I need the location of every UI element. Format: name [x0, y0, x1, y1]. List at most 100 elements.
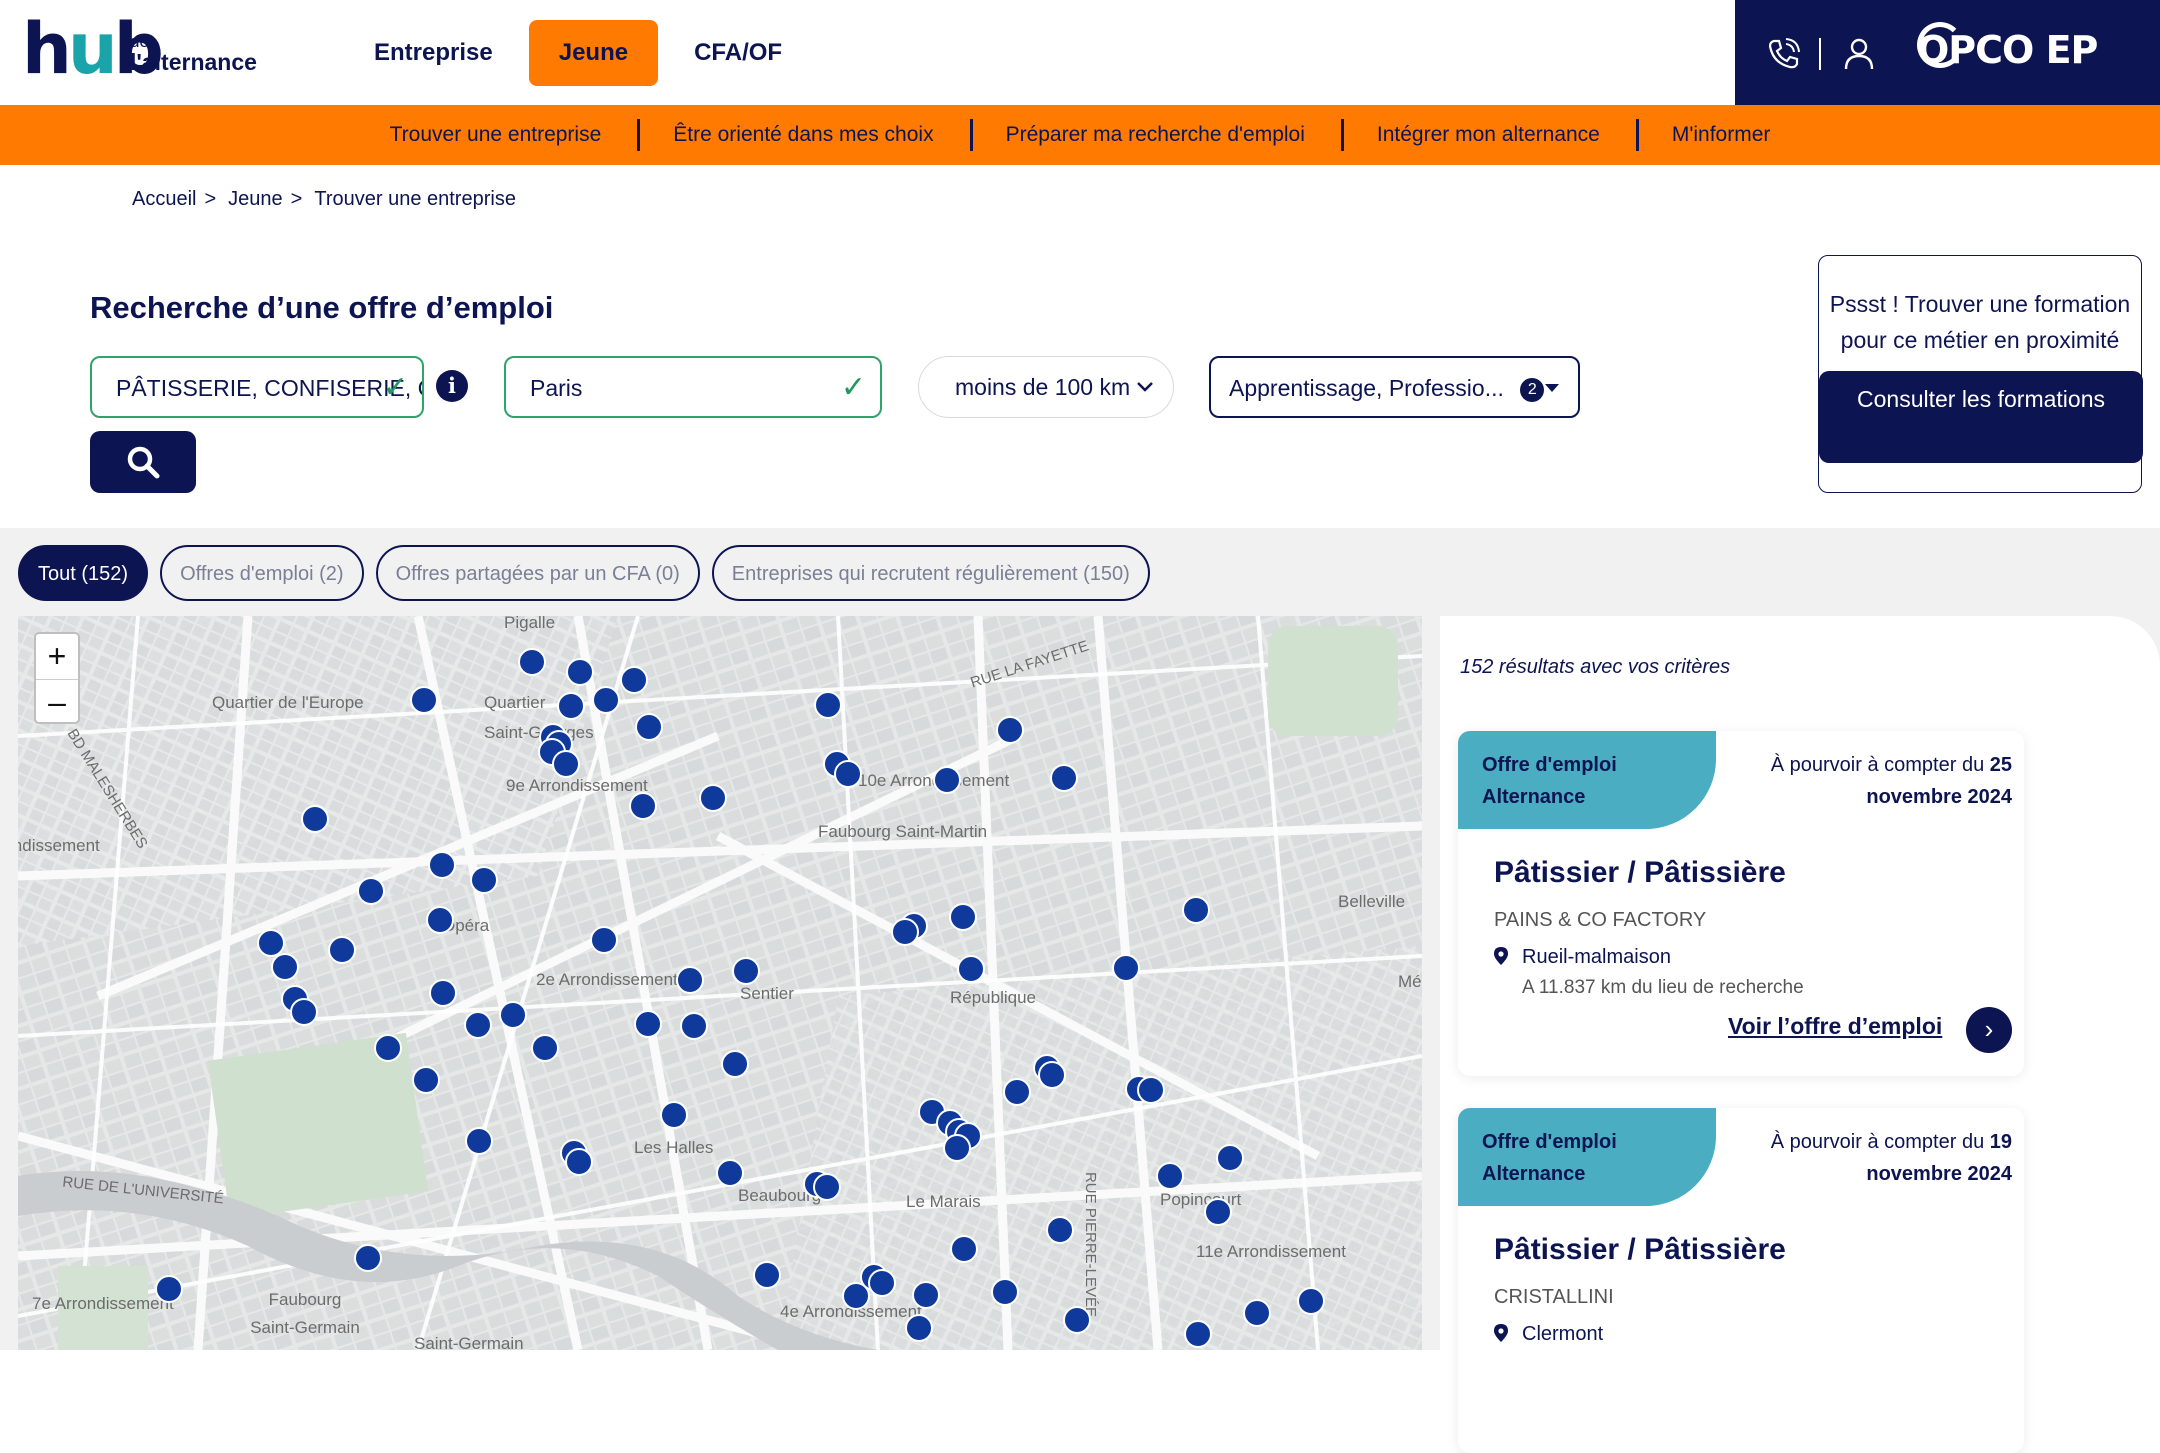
company-map-marker[interactable]	[996, 716, 1024, 744]
company-map-marker[interactable]	[891, 918, 919, 946]
company-map-marker[interactable]	[590, 926, 618, 954]
user-icon[interactable]	[1841, 36, 1877, 72]
company-map-marker[interactable]	[1038, 1061, 1066, 1089]
company-map-marker[interactable]	[565, 1148, 593, 1176]
zoom-in-button[interactable]: +	[36, 634, 78, 679]
company-map-marker[interactable]	[912, 1281, 940, 1309]
company-map-marker[interactable]	[660, 1101, 688, 1129]
company-map-marker[interactable]	[464, 1011, 492, 1039]
subnav-etre-oriente[interactable]: Être orienté dans mes choix	[637, 119, 969, 151]
company-map-marker[interactable]	[557, 692, 585, 720]
breadcrumb-jeune[interactable]: Jeune	[228, 188, 283, 211]
company-map-marker[interactable]	[518, 648, 546, 676]
company-map-marker[interactable]	[868, 1269, 896, 1297]
company-map-marker[interactable]	[1063, 1306, 1091, 1334]
search-button[interactable]	[90, 431, 196, 493]
company-map-marker[interactable]	[410, 686, 438, 714]
consult-trainings-button[interactable]: Consulter les formations	[1819, 371, 2143, 463]
phone-icon[interactable]	[1765, 36, 1801, 72]
company-map-marker[interactable]	[842, 1282, 870, 1310]
company-map-marker[interactable]	[1050, 764, 1078, 792]
subnav-integrer-alternance[interactable]: Intégrer mon alternance	[1340, 119, 1636, 151]
company-map-marker[interactable]	[950, 1235, 978, 1263]
company-map-marker[interactable]	[566, 658, 594, 686]
company-map-marker[interactable]	[933, 766, 961, 794]
company-map-marker[interactable]	[357, 877, 385, 905]
company-map-marker[interactable]	[620, 666, 648, 694]
company-map-marker[interactable]	[680, 1012, 708, 1040]
info-icon[interactable]: i	[436, 370, 468, 402]
company-map-marker[interactable]	[271, 953, 299, 981]
subnav-m-informer[interactable]: M'informer	[1635, 119, 1807, 151]
company-map-marker[interactable]	[429, 979, 457, 1007]
company-map-marker[interactable]	[991, 1278, 1019, 1306]
nav-entreprise[interactable]: Entreprise	[344, 20, 523, 86]
job-input[interactable]: PÂTISSERIE, CONFISERIE, CHOCOLATERIE ET …	[90, 356, 424, 418]
company-map-marker[interactable]	[634, 1010, 662, 1038]
company-map-marker[interactable]	[814, 691, 842, 719]
filter-entreprises-recrutent[interactable]: Entreprises qui recrutent régulièrement …	[711, 545, 1150, 601]
company-map-marker[interactable]	[1297, 1287, 1325, 1315]
company-map-marker[interactable]	[813, 1173, 841, 1201]
company-map-marker[interactable]	[374, 1034, 402, 1062]
opco-ep-logo[interactable]: OPCO EP	[1917, 28, 2098, 72]
contract-type-select[interactable]: Apprentissage, Professio... 2	[1209, 356, 1580, 418]
company-map-marker[interactable]	[716, 1159, 744, 1187]
radius-select[interactable]: moins de 100 km	[918, 356, 1174, 418]
nav-cfa-of[interactable]: CFA/OF	[664, 20, 812, 86]
job-offer-card[interactable]: Offre d'emploi Alternance À pourvoir à c…	[1458, 731, 2024, 1076]
chevron-right-icon[interactable]: ›	[1966, 1007, 2012, 1053]
company-map-marker[interactable]	[1216, 1144, 1244, 1172]
location-pin-icon	[1494, 1324, 1508, 1342]
company-map-marker[interactable]	[949, 903, 977, 931]
company-map-marker[interactable]	[834, 760, 862, 788]
company-map-marker[interactable]	[470, 866, 498, 894]
company-map-marker[interactable]	[290, 998, 318, 1026]
company-map-marker[interactable]	[328, 936, 356, 964]
company-map-marker[interactable]	[426, 906, 454, 934]
company-map-marker[interactable]	[905, 1314, 933, 1342]
company-map-marker[interactable]	[412, 1066, 440, 1094]
filter-offres-emploi[interactable]: Offres d'emploi (2)	[160, 545, 364, 601]
company-map-marker[interactable]	[957, 955, 985, 983]
company-map-marker[interactable]	[629, 792, 657, 820]
company-map-marker[interactable]	[1046, 1216, 1074, 1244]
company-map-marker[interactable]	[499, 1001, 527, 1029]
company-map-marker[interactable]	[1112, 954, 1140, 982]
zoom-out-button[interactable]: –	[36, 679, 78, 724]
view-offer-link[interactable]: Voir l’offre d’emploi	[1728, 1013, 1942, 1040]
subnav-preparer-recherche[interactable]: Préparer ma recherche d'emploi	[969, 119, 1341, 151]
company-map-marker[interactable]	[676, 966, 704, 994]
company-map-marker[interactable]	[354, 1244, 382, 1272]
company-map-marker[interactable]	[592, 686, 620, 714]
company-map-marker[interactable]	[155, 1275, 183, 1303]
company-map-marker[interactable]	[552, 750, 580, 778]
company-map-marker[interactable]	[465, 1127, 493, 1155]
hub-alternance-logo[interactable]: hub de l'alternance	[22, 14, 272, 94]
company-map-marker[interactable]	[301, 805, 329, 833]
company-map-marker[interactable]	[1184, 1320, 1212, 1348]
nav-jeune[interactable]: Jeune	[528, 20, 659, 86]
company-map-marker[interactable]	[1204, 1198, 1232, 1226]
results-map[interactable]: + – Pigalle Quartier de l'Europe BD MALE…	[18, 616, 1422, 1350]
company-map-marker[interactable]	[428, 851, 456, 879]
location-input[interactable]: Paris ✓	[504, 356, 882, 418]
filter-tout[interactable]: Tout (152)	[18, 545, 149, 601]
company-map-marker[interactable]	[635, 713, 663, 741]
filter-offres-cfa[interactable]: Offres partagées par un CFA (0)	[375, 545, 700, 601]
company-map-marker[interactable]	[1137, 1076, 1165, 1104]
location-input-value: Paris	[530, 375, 583, 401]
company-map-marker[interactable]	[721, 1050, 749, 1078]
job-offer-card[interactable]: Offre d'emploi Alternance À pourvoir à c…	[1458, 1108, 2024, 1453]
company-map-marker[interactable]	[943, 1134, 971, 1162]
company-map-marker[interactable]	[753, 1261, 781, 1289]
company-map-marker[interactable]	[1003, 1078, 1031, 1106]
company-map-marker[interactable]	[531, 1034, 559, 1062]
company-map-marker[interactable]	[1182, 896, 1210, 924]
company-map-marker[interactable]	[1156, 1162, 1184, 1190]
company-map-marker[interactable]	[1243, 1299, 1271, 1327]
breadcrumb-accueil[interactable]: Accueil	[132, 188, 196, 211]
company-map-marker[interactable]	[699, 784, 727, 812]
company-map-marker[interactable]	[732, 957, 760, 985]
subnav-trouver-entreprise[interactable]: Trouver une entreprise	[354, 123, 638, 147]
